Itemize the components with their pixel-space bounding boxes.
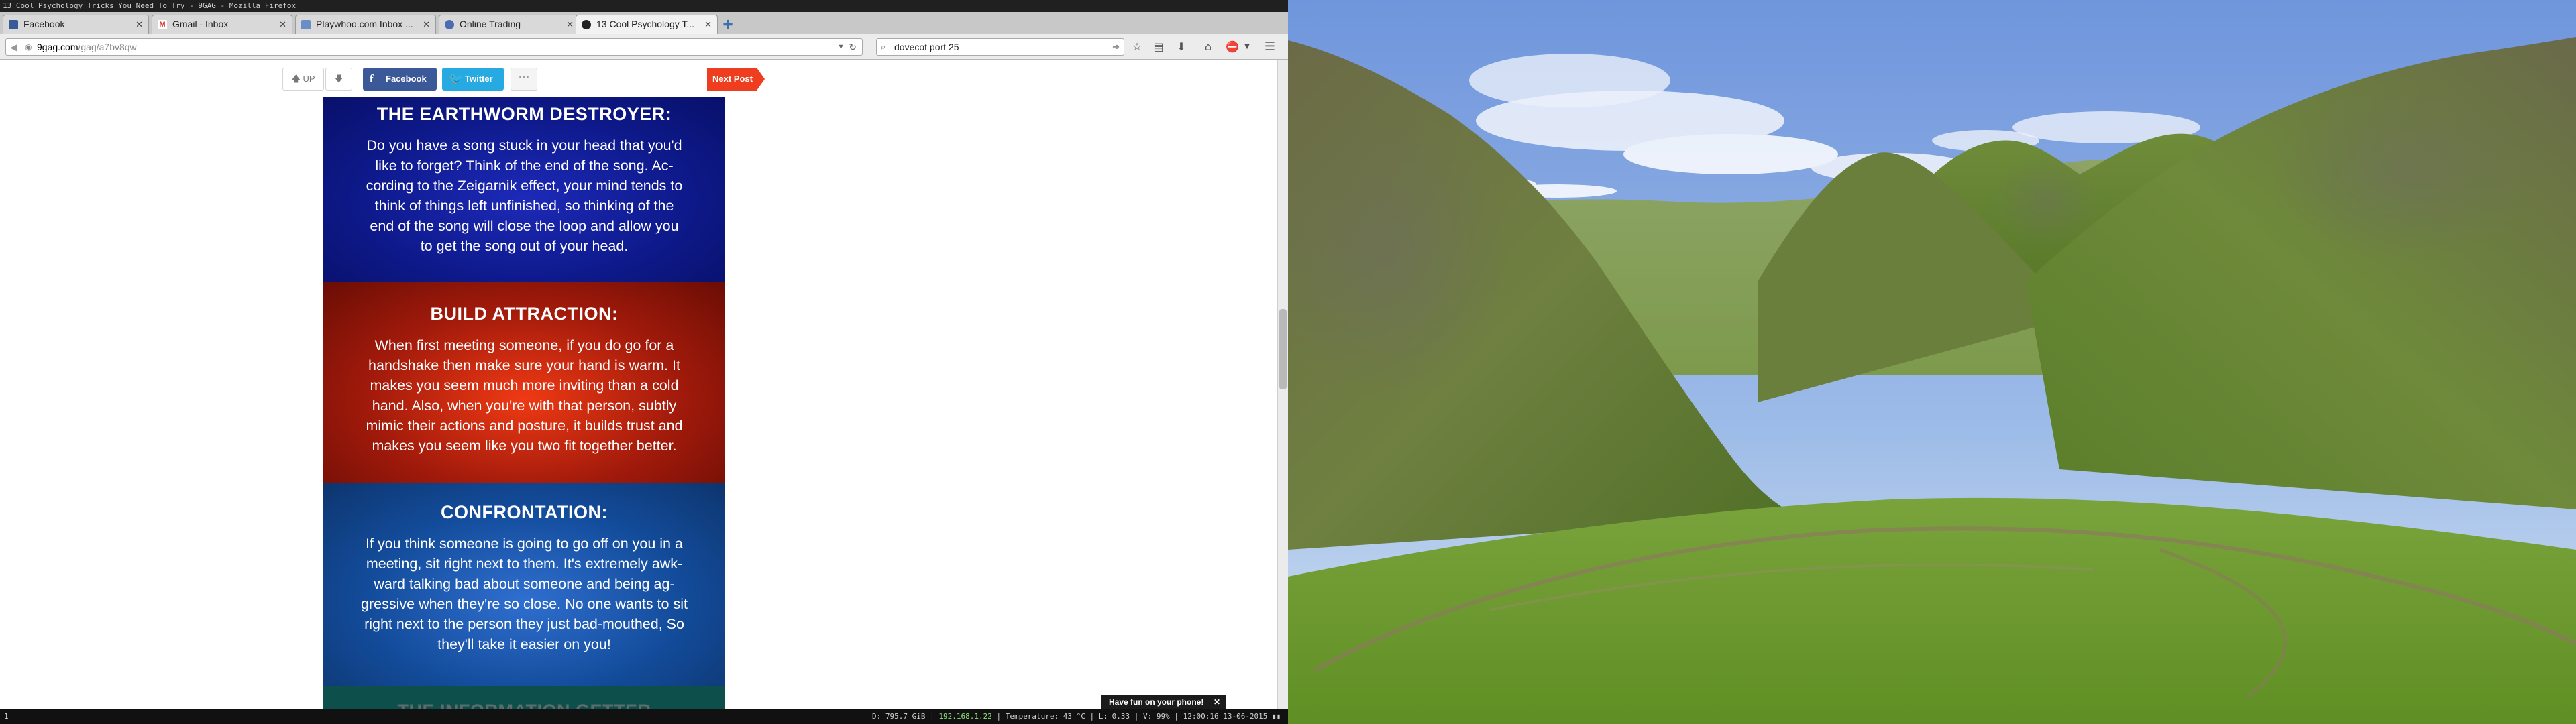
home-icon[interactable]: ⌂ [1201, 40, 1216, 54]
upvote-arrow-icon: 🡅 [291, 74, 301, 84]
tab-close-icon[interactable]: ✕ [136, 15, 143, 34]
tip-panel-information-getter: THE INFORMATION GETTER [323, 686, 725, 709]
hills-landscape-scene [1288, 0, 2576, 724]
new-tab-icon[interactable]: ✚ [720, 19, 735, 32]
downvote-arrow-icon: 🡇 [334, 74, 343, 84]
url-bar[interactable]: ◀ ◉ 9gag.com/gag/a7bv8qw ▼ ↻ [5, 38, 863, 56]
tab-label: Facebook [23, 19, 65, 29]
globe-icon: ◉ [25, 42, 32, 52]
facebook-share-button[interactable]: f Facebook [363, 68, 437, 90]
tab-label: 13 Cool Psychology T... [596, 19, 695, 29]
upvote-button[interactable]: 🡅 UP [282, 68, 324, 90]
mail-favicon-icon [301, 20, 311, 29]
system-status-text: D: 795.7 GiB | 192.168.1.22 | Temperatur… [872, 709, 1281, 724]
game-viewport[interactable] [1288, 0, 2576, 724]
adblock-icon[interactable]: ⛔ [1225, 40, 1240, 54]
search-bar[interactable]: ⌕ dovecot port 25 ➔ [876, 38, 1124, 56]
system-status-bar: 1 D: 795.7 GiB | 192.168.1.22 | Temperat… [0, 709, 1288, 724]
tab-close-icon[interactable]: ✕ [279, 15, 286, 34]
tip-body: When first meeting someone, if you do go… [366, 337, 683, 454]
window-title-bar: 13 Cool Psychology Tricks You Need To Tr… [0, 0, 1288, 12]
facebook-icon: f [370, 72, 374, 85]
tip-body: Do you have a song stuck in your head th… [366, 137, 683, 254]
tab-gmail[interactable]: M Gmail - Inbox ✕ [152, 15, 292, 34]
window-title: 13 Cool Psychology Tricks You Need To Tr… [3, 1, 297, 10]
web-page: 🡅 UP 🡇 f Facebook 🐦 Twitter ··· Next Pos… [0, 60, 1277, 709]
search-icon: ⌕ [881, 42, 886, 52]
twitter-share-button[interactable]: 🐦 Twitter [442, 68, 504, 90]
page-scrollbar[interactable] [1277, 60, 1288, 709]
url-domain: 9gag.com [37, 42, 78, 52]
gmail-favicon-icon: M [158, 20, 167, 29]
tab-bar: Facebook ✕ M Gmail - Inbox ✕ Playwhoo.co… [0, 12, 1288, 34]
next-post-button[interactable]: Next Post [707, 68, 765, 90]
tip-panel-attraction: BUILD ATTRACTION: When first meeting som… [323, 282, 725, 483]
tray-icons: ▮▮ [1272, 712, 1281, 721]
facebook-share-label: Facebook [386, 74, 427, 84]
tip-heading: CONFRONTATION: [441, 502, 608, 522]
workspace-indicator[interactable]: 1 [4, 709, 9, 724]
facebook-favicon-icon [9, 20, 18, 29]
bookmark-star-icon[interactable]: ☆ [1130, 40, 1144, 54]
tab-label: Gmail - Inbox [172, 19, 229, 29]
tab-facebook[interactable]: Facebook ✕ [3, 15, 149, 34]
tab-close-icon[interactable]: ✕ [704, 15, 712, 34]
system-metrics: | Temperature: 43 °C | L: 0.33 | V: 99% … [996, 712, 1268, 721]
article-image: THE EARTHWORM DESTROYER: Do you have a s… [323, 97, 725, 709]
twitter-bird-icon: 🐦 [449, 72, 464, 85]
search-go-icon[interactable]: ➔ [1112, 39, 1120, 55]
tab-online-trading[interactable]: Online Trading ✕ [439, 15, 580, 34]
twitter-share-label: Twitter [465, 74, 493, 84]
more-options-button[interactable]: ··· [511, 68, 537, 90]
tab-9gag-active[interactable]: 13 Cool Psychology T... ✕ [576, 15, 718, 34]
toast-text: Have fun on your phone! [1109, 697, 1204, 707]
post-action-bar: 🡅 UP 🡇 f Facebook 🐦 Twitter ··· Next Pos… [0, 68, 1277, 90]
reload-icon[interactable]: ↻ [849, 39, 857, 55]
toast-close-icon[interactable]: ✕ [1214, 695, 1220, 709]
navigation-toolbar: ◀ ◉ 9gag.com/gag/a7bv8qw ▼ ↻ ⌕ dovecot p… [0, 34, 1288, 60]
adblock-dropdown-icon[interactable]: ▼ [1240, 40, 1254, 54]
tab-close-icon[interactable]: ✕ [423, 15, 430, 34]
tip-panel-confrontation: CONFRONTATION: If you think someone is g… [323, 483, 725, 686]
shield-favicon-icon [445, 20, 454, 29]
ip-address: 192.168.1.22 [938, 712, 992, 721]
clipboard-icon[interactable]: ▤ [1151, 40, 1166, 54]
tip-heading: BUILD ATTRACTION: [430, 304, 619, 324]
search-input[interactable]: dovecot port 25 [894, 39, 959, 55]
tip-panel-earthworm: THE EARTHWORM DESTROYER: Do you have a s… [323, 97, 725, 282]
downvote-button[interactable]: 🡇 [325, 68, 352, 90]
rock-texture [1992, 154, 2100, 248]
tip-heading: THE INFORMATION GETTER [343, 686, 705, 709]
menu-icon[interactable]: ☰ [1263, 40, 1277, 54]
tab-label: Playwhoo.com Inbox ... [316, 19, 413, 29]
upvote-label: UP [303, 74, 315, 84]
rock-texture [2267, 87, 2536, 261]
url-path: /gag/a7bv8qw [78, 42, 137, 52]
download-icon[interactable]: ⬇ [1174, 40, 1189, 54]
tab-close-icon[interactable]: ✕ [566, 15, 574, 34]
disk-usage: D: 795.7 GiB | [872, 712, 934, 721]
mobile-app-toast[interactable]: Have fun on your phone! ✕ [1101, 695, 1226, 709]
tip-heading: THE EARTHWORM DESTROYER: [376, 104, 672, 124]
9gag-favicon-icon [582, 20, 591, 29]
scrollbar-thumb[interactable] [1279, 309, 1287, 389]
back-arrow-icon[interactable]: ◀ [10, 39, 17, 55]
tip-body: If you think someone is going to go off … [361, 536, 688, 652]
tab-playwhoo[interactable]: Playwhoo.com Inbox ... ✕ [295, 15, 436, 34]
url-dropdown-icon[interactable]: ▼ [837, 39, 845, 55]
tab-label: Online Trading [460, 19, 521, 29]
